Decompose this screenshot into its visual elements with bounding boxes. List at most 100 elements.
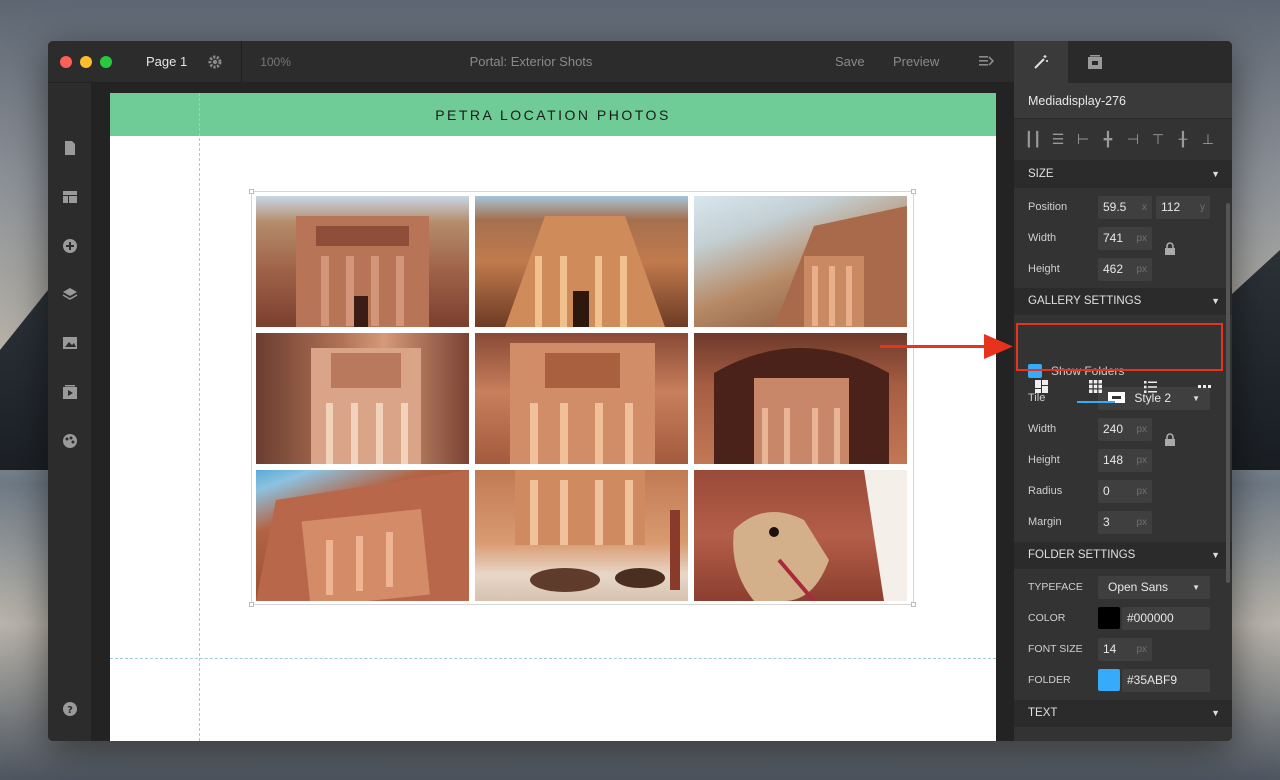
tile-width-unit: px [1136,424,1147,435]
font-size-label: FONT SIZE [1028,643,1083,655]
palette-icon[interactable] [62,433,78,449]
resize-handle-br[interactable] [911,602,916,607]
gear-icon[interactable] [207,54,223,70]
tile-width-input[interactable]: 240 px [1098,418,1152,441]
add-icon[interactable] [62,238,78,254]
layers-icon[interactable] [62,286,78,302]
highlight-box [1016,323,1223,371]
text-header-label: TEXT [1028,707,1058,719]
gallery-photo[interactable] [256,333,469,464]
folder-color-swatch[interactable] [1098,669,1120,691]
height-label: Height [1028,263,1060,275]
panel-scrollbar[interactable] [1226,203,1230,583]
page-selector[interactable]: Page 1 [146,54,187,69]
inspector-tabs [1014,41,1232,83]
save-button[interactable]: Save [835,54,865,69]
page-artboard[interactable]: PETRA LOCATION PHOTOS [110,93,996,741]
more-options-icon[interactable] [1178,365,1233,408]
position-x-input[interactable]: 59.5 x [1098,196,1152,219]
gallery-photo[interactable] [475,333,688,464]
align-bottom-icon[interactable]: ⊥ [1199,131,1217,148]
document-title: Portal: Exterior Shots [469,54,593,69]
position-y-input[interactable]: 112 y [1156,196,1210,219]
magic-wand-icon[interactable] [1014,41,1068,83]
zoom-window-button[interactable] [100,55,112,68]
minimize-window-button[interactable] [80,55,92,68]
position-label: Position [1028,201,1068,213]
caret-down-icon: ▼ [1211,550,1220,560]
align-middle-vertical-icon[interactable]: ╂ [1174,131,1192,148]
left-toolbar: ? [48,83,92,741]
position-y-unit: y [1200,202,1205,213]
annotation-arrow [880,334,1013,359]
folder-color-label: FOLDER [1028,674,1071,686]
typeface-select[interactable]: Open Sans ▼ [1098,576,1210,599]
position-y-value: 112 [1161,200,1181,214]
gallery-photo[interactable] [256,196,469,327]
tile-width-value: 240 [1103,422,1124,436]
color-swatch[interactable] [1098,607,1120,629]
tile-height-label: Height [1028,454,1060,466]
resize-handle-tr[interactable] [911,189,916,194]
element-name[interactable]: Mediadisplay-276 [1014,83,1232,119]
radius-input[interactable]: 0 px [1098,480,1152,503]
gallery-photo[interactable] [694,196,907,327]
top-toolbar: Page 1 100% Portal: Exterior Shots Save … [48,41,1014,83]
size-section-header[interactable]: SIZE ▼ [1014,161,1232,188]
gallery-settings-header[interactable]: GALLERY SETTINGS ▼ [1014,288,1232,315]
distribute-vertical-icon[interactable]: ☰ [1049,131,1067,148]
zoom-level[interactable]: 100% [260,55,291,69]
menu-collapse-icon[interactable] [978,53,995,74]
margin-input[interactable]: 3 px [1098,511,1152,534]
resize-handle-bl[interactable] [249,602,254,607]
help-icon[interactable]: ? [62,701,78,717]
gallery-photo[interactable] [475,196,688,327]
preview-button[interactable]: Preview [893,54,939,69]
grid-layout-icon[interactable] [1069,365,1124,408]
svg-text:?: ? [67,705,73,716]
typeface-value: Open Sans [1108,580,1169,594]
media-icon[interactable] [62,384,78,400]
radius-value: 0 [1103,484,1110,498]
gallery-photo[interactable] [256,470,469,601]
app-window: Page 1 100% Portal: Exterior Shots Save … [48,41,1232,741]
size-header-label: SIZE [1028,168,1054,180]
media-tab-icon[interactable] [1068,41,1122,83]
margin-row: Margin 3 px [1014,507,1232,538]
tile-height-unit: px [1136,455,1147,466]
height-input[interactable]: 462 px [1098,258,1152,281]
folder-header-label: FOLDER SETTINGS [1028,549,1136,561]
radius-row: Radius 0 px [1014,476,1232,507]
caret-down-icon: ▼ [1192,583,1200,592]
align-left-icon[interactable]: ⊢ [1074,131,1092,148]
page-icon[interactable] [62,140,78,156]
editor-canvas: PETRA LOCATION PHOTOS [92,83,1014,741]
media-gallery[interactable] [249,189,916,607]
height-value: 462 [1103,262,1124,276]
width-label: Width [1028,232,1057,244]
align-center-horizontal-icon[interactable]: ╋ [1099,131,1117,148]
align-top-icon[interactable]: ⊤ [1149,131,1167,148]
image-icon[interactable] [62,335,78,351]
color-row: COLOR #000000 [1014,603,1232,634]
color-hex-input[interactable]: #000000 [1122,607,1210,630]
distribute-horizontal-icon[interactable]: ┃┃ [1024,131,1042,148]
gallery-photo[interactable] [475,470,688,601]
masonry-layout-icon[interactable] [1014,365,1069,408]
align-right-icon[interactable]: ⊣ [1124,131,1142,148]
tile-height-input[interactable]: 148 px [1098,449,1152,472]
page-banner[interactable]: PETRA LOCATION PHOTOS [110,93,996,136]
list-layout-icon[interactable] [1123,365,1178,408]
gallery-photo[interactable] [694,470,907,601]
layout-icon[interactable] [62,189,78,205]
margin-label: Margin [1028,516,1062,528]
text-section-header[interactable]: TEXT ▼ [1014,700,1232,727]
folder-settings-header[interactable]: FOLDER SETTINGS ▼ [1014,542,1232,569]
gallery-photo[interactable] [694,333,907,464]
width-input[interactable]: 741 px [1098,227,1152,250]
font-size-input[interactable]: 14 px [1098,638,1152,661]
close-window-button[interactable] [60,55,72,68]
resize-handle-tl[interactable] [249,189,254,194]
folder-hex-input[interactable]: #35ABF9 [1122,669,1210,692]
tile-width-label: Width [1028,423,1057,435]
